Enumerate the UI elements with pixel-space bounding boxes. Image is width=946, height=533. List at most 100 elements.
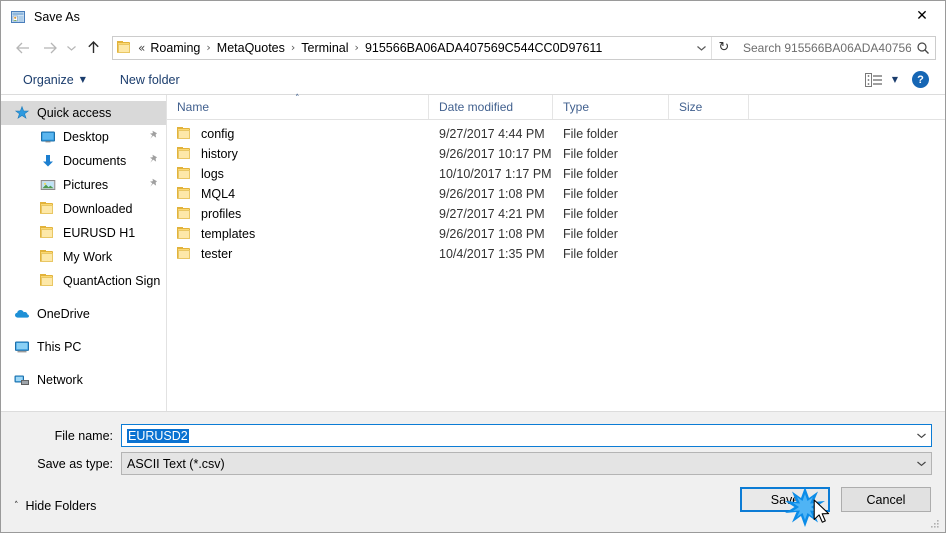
breadcrumb[interactable]: « Roaming › MetaQuotes › Terminal › 9155… [138,41,691,55]
onedrive-cloud-icon [14,306,30,322]
search-icon[interactable] [911,41,935,55]
breadcrumb-item-3[interactable]: 915566BA06ADA407569C544CC0D97611 [363,41,604,55]
breadcrumb-item-1[interactable]: MetaQuotes [215,41,287,55]
sidebar-item-network[interactable]: Network [1,368,166,392]
table-row[interactable]: profiles 9/27/2017 4:21 PM File folder [167,204,945,224]
column-header-name[interactable]: ˄ Name [167,95,429,119]
this-pc-icon [14,339,30,355]
pin-icon[interactable] [148,154,160,168]
resize-grip[interactable] [929,517,941,529]
dialog-buttons: Save Cancel [740,487,931,512]
file-date-cell: 9/26/2017 10:17 PM [439,147,552,161]
file-date-cell: 9/27/2017 4:21 PM [439,207,545,221]
hide-folders-label: Hide Folders [25,499,97,513]
file-type-cell: File folder [563,207,618,221]
network-icon [14,372,30,388]
breadcrumb-item-0[interactable]: Roaming [148,41,202,55]
save-as-type-row: Save as type: ASCII Text (*.csv) [1,452,945,475]
documents-arrow-icon [40,153,56,169]
breadcrumb-item-2[interactable]: Terminal [299,41,350,55]
file-name-chevron-down-icon[interactable] [911,432,931,439]
back-arrow-icon[interactable] [10,36,36,60]
column-header-type[interactable]: Type [553,95,669,119]
sidebar-item-label: This PC [37,340,82,354]
hide-folders-button[interactable]: ˄ Hide Folders [14,499,96,513]
file-date-cell: 10/10/2017 1:17 PM [439,167,552,181]
sidebar-item-desktop[interactable]: Desktop [1,125,166,149]
close-icon[interactable]: ✕ [899,1,945,31]
folder-icon [177,187,193,201]
search-input[interactable]: Search 915566BA06ADA40756... [736,35,936,60]
desktop-icon [40,129,56,145]
file-name-cell: logs [167,167,429,181]
pin-icon[interactable] [148,130,160,144]
sidebar-item-my-work[interactable]: My Work [1,245,166,269]
view-list-icon[interactable] [863,72,885,88]
recent-locations-chevron-down-icon[interactable] [62,36,80,60]
breadcrumb-overflow[interactable]: « [138,41,148,55]
table-row[interactable]: history 9/26/2017 10:17 PM File folder [167,144,945,164]
table-row[interactable]: tester 10/4/2017 1:35 PM File folder [167,244,945,264]
breadcrumb-separator: › [206,41,211,54]
save-as-type-select[interactable]: ASCII Text (*.csv) [121,452,932,475]
folder-icon [40,225,56,241]
sidebar-item-eurusd-h1[interactable]: EURUSD H1 [1,221,166,245]
view-options-chevron-down-icon[interactable]: ▼ [892,75,898,84]
cancel-button[interactable]: Cancel [841,487,931,512]
file-type-cell: File folder [563,127,618,141]
save-as-type-value: ASCII Text (*.csv) [127,456,225,471]
file-date-cell: 9/27/2017 4:44 PM [439,127,545,141]
folder-icon [117,40,133,55]
file-name-label: profiles [201,207,242,221]
file-name-value-wrap: EURUSD2 [122,428,911,443]
navigation-bar: « Roaming › MetaQuotes › Terminal › 9155… [1,32,945,65]
file-name-label: tester [201,247,233,261]
title-bar: Save As ✕ [1,1,945,32]
save-form: File name: EURUSD2 Save as type: ASCII T… [1,412,945,480]
pin-icon[interactable] [148,178,160,192]
folder-icon [40,201,56,217]
file-name-input[interactable]: EURUSD2 [121,424,932,447]
file-name-value: EURUSD2 [127,428,189,443]
address-chevron-down-icon[interactable] [691,37,711,59]
sidebar-item-pictures[interactable]: Pictures [1,173,166,197]
window-title: Save As [34,9,80,24]
new-folder-button[interactable]: New folder [112,70,188,90]
column-header-date-modified[interactable]: Date modified [429,95,553,119]
column-header-size[interactable]: Size [669,95,749,119]
content-area: Quick access Desktop Documents Pictures … [1,95,945,412]
table-row[interactable]: logs 10/10/2017 1:17 PM File folder [167,164,945,184]
sidebar-item-label: Desktop [63,130,109,144]
sidebar-item-label: OneDrive [37,307,90,321]
sort-ascending-icon: ˄ [295,94,300,104]
help-button[interactable]: ? [912,71,929,88]
table-row[interactable]: config 9/27/2017 4:44 PM File folder [167,124,945,144]
organize-label: Organize [23,72,74,87]
table-row[interactable]: templates 9/26/2017 1:08 PM File folder [167,224,945,244]
file-name-label: history [201,147,238,161]
save-button[interactable]: Save [740,487,830,512]
file-name-cell: profiles [167,207,429,221]
sidebar-item-this-pc[interactable]: This PC [1,335,166,359]
file-rows: config 9/27/2017 4:44 PM File folder his… [167,120,945,411]
save-as-type-chevron-down-icon[interactable] [911,460,931,467]
sidebar-item-documents[interactable]: Documents [1,149,166,173]
column-header-label: Name [177,100,210,114]
address-bar[interactable]: « Roaming › MetaQuotes › Terminal › 9155… [112,35,737,60]
refresh-icon[interactable]: ↻ [711,36,736,59]
column-header-filler [749,95,945,119]
table-row[interactable]: MQL4 9/26/2017 1:08 PM File folder [167,184,945,204]
up-arrow-icon[interactable] [80,36,106,60]
sidebar-item-quick-access[interactable]: Quick access [1,101,166,125]
sidebar-item-onedrive[interactable]: OneDrive [1,302,166,326]
breadcrumb-separator: › [354,41,359,54]
file-list-pane: ˄ Name Date modified Type Size config 9/… [167,95,945,411]
organize-button[interactable]: Organize ▼ [15,70,94,90]
sidebar-item-downloaded[interactable]: Downloaded [1,197,166,221]
sidebar-item-quantaction-signal[interactable]: QuantAction Signal [1,269,166,293]
file-name-label: MQL4 [201,187,236,201]
file-name-cell: MQL4 [167,187,429,201]
forward-arrow-icon[interactable] [36,36,62,60]
file-name-label: File name: [54,428,113,443]
